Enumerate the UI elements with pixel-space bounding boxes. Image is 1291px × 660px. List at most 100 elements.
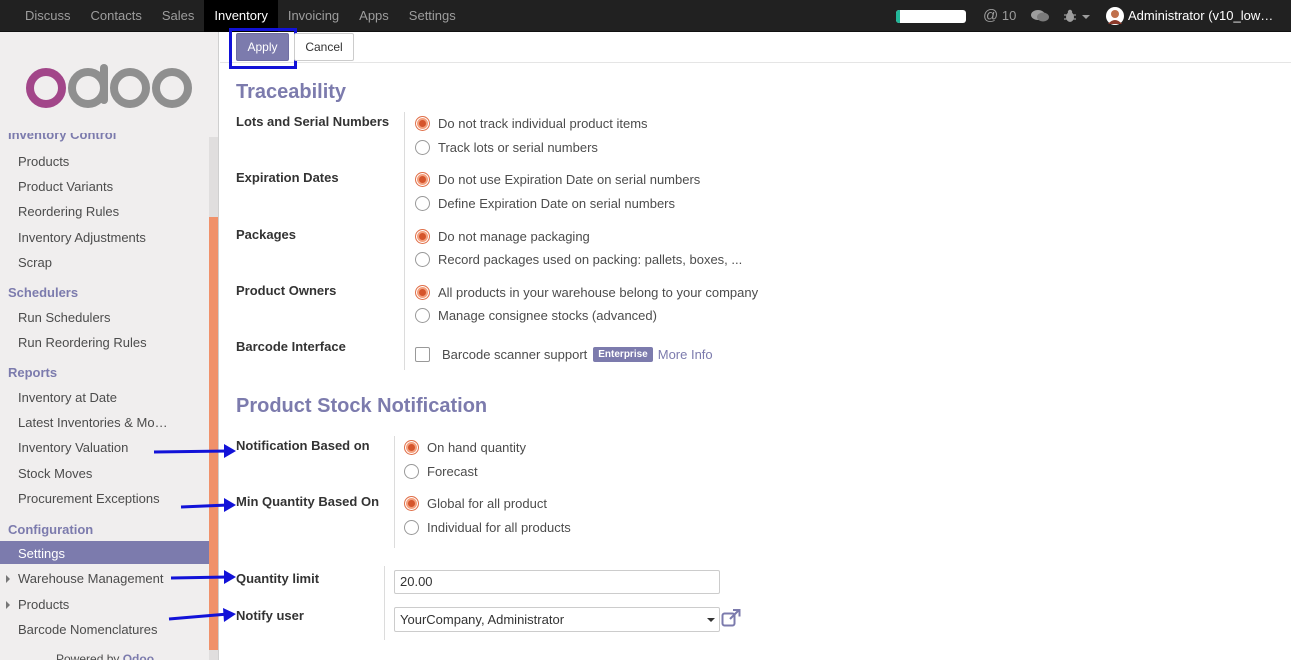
powered-by-text: Powered by bbox=[56, 652, 120, 660]
radio-label: Global for all product bbox=[427, 495, 547, 511]
planner-progress-bar[interactable] bbox=[896, 10, 966, 23]
radio-label: Manage consignee stocks (advanced) bbox=[438, 307, 657, 323]
sidebar-item-inventory-adjustments[interactable]: Inventory Adjustments bbox=[18, 230, 146, 245]
radio-on-hand-quantity[interactable]: On hand quantity bbox=[404, 438, 526, 456]
radio-button-selected[interactable] bbox=[404, 439, 419, 455]
sidebar-header-schedulers: Schedulers bbox=[8, 285, 79, 300]
radio-label: All products in your warehouse belong to… bbox=[438, 284, 759, 300]
label-quantity-limit: Quantity limit bbox=[236, 571, 320, 586]
radio-button-selected[interactable] bbox=[415, 171, 430, 187]
annotation-arrow bbox=[170, 570, 236, 584]
radio-button[interactable] bbox=[415, 251, 430, 267]
annotation-arrow bbox=[168, 608, 236, 622]
radio-no-packaging[interactable]: Do not manage packaging bbox=[415, 227, 590, 245]
sidebar-item-barcode-nomenclatures[interactable]: Barcode Nomenclatures bbox=[18, 622, 157, 637]
notify-user-value: YourCompany, Administrator bbox=[400, 612, 565, 627]
radio-label: Define Expiration Date on serial numbers bbox=[438, 195, 676, 211]
label-min-quantity-based-on: Min Quantity Based On bbox=[236, 494, 380, 509]
more-info-link[interactable]: More Info bbox=[658, 347, 713, 362]
sidebar-item-config-products[interactable]: Products bbox=[18, 597, 69, 612]
mentions-count: 10 bbox=[1001, 8, 1017, 23]
chat-icon[interactable] bbox=[1031, 9, 1049, 26]
barcode-checkbox-label: Barcode scanner support bbox=[442, 346, 588, 362]
radio-button-selected[interactable] bbox=[415, 115, 430, 131]
sidebar-item-procurement-exceptions[interactable]: Procurement Exceptions bbox=[18, 491, 160, 506]
sidebar-item-scrap[interactable]: Scrap bbox=[18, 255, 52, 270]
label-packages: Packages bbox=[236, 227, 296, 242]
menu-sales[interactable]: Sales bbox=[152, 0, 205, 32]
bug-icon bbox=[1064, 9, 1090, 22]
powered-by-brand[interactable]: Odoo bbox=[123, 652, 154, 660]
chevron-down-icon bbox=[707, 618, 715, 622]
radio-forecast[interactable]: Forecast bbox=[404, 462, 478, 480]
menu-contacts[interactable]: Contacts bbox=[81, 0, 152, 32]
sidebar-item-latest-inventories[interactable]: Latest Inventories & Mo… bbox=[18, 415, 168, 430]
sidebar-header-reports: Reports bbox=[8, 365, 58, 380]
radio-button-selected[interactable] bbox=[404, 495, 419, 511]
radio-button[interactable] bbox=[404, 519, 419, 535]
caret-right-icon[interactable] bbox=[6, 575, 10, 583]
menu-discuss[interactable]: Discuss bbox=[15, 0, 81, 32]
radio-owned-by-company[interactable]: All products in your warehouse belong to… bbox=[415, 283, 758, 301]
label-lots-serial: Lots and Serial Numbers bbox=[236, 114, 390, 129]
odoo-logo[interactable] bbox=[26, 64, 194, 113]
avatar bbox=[1106, 7, 1124, 25]
radio-label: Do not use Expiration Date on serial num… bbox=[438, 171, 701, 187]
sidebar-header-configuration: Configuration bbox=[8, 522, 94, 537]
radio-button-selected[interactable] bbox=[415, 228, 430, 244]
quantity-limit-input[interactable]: 20.00 bbox=[394, 570, 720, 594]
sidebar-item-stock-moves[interactable]: Stock Moves bbox=[18, 466, 92, 481]
sidebar-item-product-variants[interactable]: Product Variants bbox=[18, 179, 113, 194]
user-name: Administrator (v10_low… bbox=[1128, 8, 1274, 23]
sidebar-item-inventory-valuation[interactable]: Inventory Valuation bbox=[18, 440, 128, 455]
radio-consignee-stocks[interactable]: Manage consignee stocks (advanced) bbox=[415, 306, 657, 324]
radio-define-expiration[interactable]: Define Expiration Date on serial numbers bbox=[415, 194, 675, 212]
radio-button-selected[interactable] bbox=[415, 284, 430, 300]
menu-apps[interactable]: Apps bbox=[349, 0, 399, 32]
radio-label: On hand quantity bbox=[427, 439, 527, 455]
notify-user-select[interactable]: YourCompany, Administrator bbox=[394, 607, 720, 632]
apply-highlight-annotation bbox=[229, 28, 297, 69]
radio-global-product[interactable]: Global for all product bbox=[404, 494, 547, 512]
radio-button[interactable] bbox=[415, 195, 430, 211]
barcode-option: Barcode scanner support Enterprise More … bbox=[415, 344, 713, 364]
enterprise-badge: Enterprise bbox=[593, 346, 653, 362]
powered-by: Powered by Odoo bbox=[56, 652, 154, 660]
sidebar-item-products[interactable]: Products bbox=[18, 154, 69, 169]
control-panel bbox=[220, 32, 1291, 63]
section-title-stock-notification: Product Stock Notification bbox=[236, 395, 488, 417]
sidebar-item-inventory-at-date[interactable]: Inventory at Date bbox=[18, 390, 117, 405]
radio-no-expiration[interactable]: Do not use Expiration Date on serial num… bbox=[415, 170, 700, 188]
radio-label: Do not manage packaging bbox=[438, 228, 590, 244]
sidebar-item-reordering-rules[interactable]: Reordering Rules bbox=[18, 204, 119, 219]
label-notification-based-on: Notification Based on bbox=[236, 438, 370, 453]
radio-label: Individual for all products bbox=[427, 519, 571, 535]
barcode-checkbox[interactable] bbox=[415, 346, 430, 362]
sidebar-item-run-schedulers[interactable]: Run Schedulers bbox=[18, 310, 111, 325]
radio-track-lots[interactable]: Track lots or serial numbers bbox=[415, 138, 598, 156]
caret-right-icon[interactable] bbox=[6, 601, 10, 609]
radio-record-packages[interactable]: Record packages used on packing: pallets… bbox=[415, 250, 742, 268]
radio-button[interactable] bbox=[404, 463, 419, 479]
radio-label: Record packages used on packing: pallets… bbox=[438, 251, 743, 267]
radio-no-tracking[interactable]: Do not track individual product items bbox=[415, 114, 648, 132]
label-expiration-dates: Expiration Dates bbox=[236, 170, 339, 185]
external-link-icon[interactable] bbox=[721, 609, 741, 630]
progress-fill bbox=[896, 10, 901, 23]
user-menu[interactable]: Administrator (v10_low… bbox=[1106, 0, 1273, 32]
annotation-arrow bbox=[180, 498, 236, 512]
menu-settings[interactable]: Settings bbox=[399, 0, 466, 32]
radio-label: Do not track individual product items bbox=[438, 115, 648, 131]
sidebar-item-settings[interactable]: Settings bbox=[18, 546, 65, 561]
label-barcode-interface: Barcode Interface bbox=[236, 339, 346, 354]
sidebar-item-warehouse-management[interactable]: Warehouse Management bbox=[18, 571, 164, 586]
divider bbox=[404, 112, 405, 370]
radio-individual-products[interactable]: Individual for all products bbox=[404, 518, 571, 536]
mentions-indicator[interactable]: @ 10 bbox=[983, 0, 1016, 32]
sidebar-item-run-reordering-rules[interactable]: Run Reordering Rules bbox=[18, 335, 147, 350]
debug-menu[interactable] bbox=[1064, 9, 1092, 26]
radio-button[interactable] bbox=[415, 307, 430, 323]
section-title-traceability: Traceability bbox=[236, 81, 347, 103]
cancel-button[interactable]: Cancel bbox=[294, 33, 354, 61]
radio-button[interactable] bbox=[415, 139, 430, 155]
